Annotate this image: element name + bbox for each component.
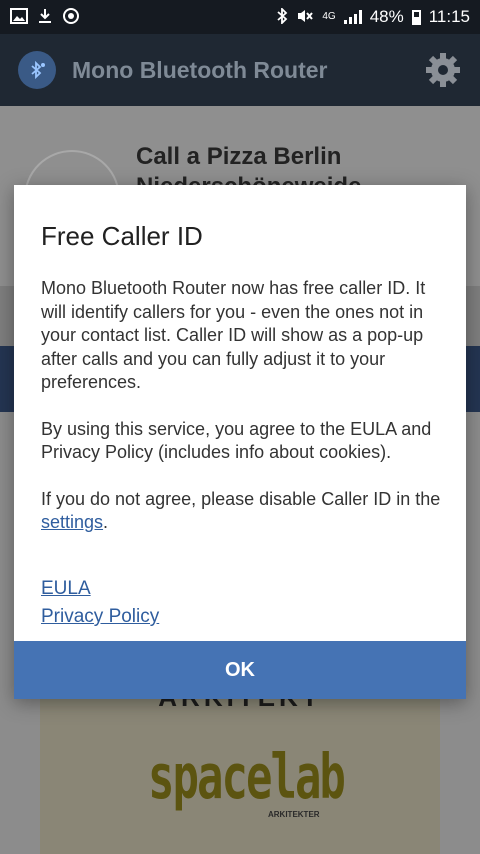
dialog-body: Mono Bluetooth Router now has free calle… [41, 277, 441, 558]
dialog-paragraph-agreement: By using this service, you agree to the … [41, 418, 432, 463]
gear-icon[interactable] [424, 51, 462, 89]
status-right-icons: 4G 48% 11:15 [276, 6, 470, 27]
status-bar: 4G 48% 11:15 [0, 0, 480, 34]
image-icon [10, 7, 28, 27]
signal-icon [343, 10, 362, 24]
settings-link[interactable]: settings [41, 512, 103, 532]
ad-image: ARKITEKT spacelab ARKITEKTER [40, 690, 440, 854]
network-type: 4G [322, 11, 336, 22]
dialog-title: Free Caller ID [41, 221, 203, 251]
battery-percent: 48% [369, 7, 404, 26]
bluetooth-icon [276, 6, 288, 27]
ad-image-brand: spacelab [148, 741, 346, 814]
download-icon [38, 8, 52, 27]
ok-button[interactable]: OK [14, 641, 466, 699]
app-bar: Mono Bluetooth Router [0, 34, 480, 106]
dialog-paragraph-disable: If you do not agree, please disable Call… [41, 488, 441, 535]
battery-icon [411, 9, 421, 25]
app-title: Mono Bluetooth Router [72, 56, 328, 83]
clock: 11:15 [428, 7, 470, 26]
status-left-icons [10, 7, 80, 28]
caller-id-dialog: Free Caller ID Mono Bluetooth Router now… [14, 185, 466, 699]
sync-icon [62, 7, 80, 28]
dialog-paragraph-intro: Mono Bluetooth Router now has free calle… [41, 278, 426, 392]
dialog-links: EULA Privacy Policy [41, 575, 159, 631]
mute-icon [296, 8, 314, 27]
ad-image-sub: ARKITEKTER [268, 810, 320, 819]
eula-link[interactable]: EULA [41, 575, 159, 603]
bluetooth-music-icon [18, 51, 56, 89]
privacy-policy-link[interactable]: Privacy Policy [41, 603, 159, 631]
disable-text-suffix: . [103, 512, 109, 532]
disable-text: If you do not agree, please disable Call… [41, 488, 441, 509]
